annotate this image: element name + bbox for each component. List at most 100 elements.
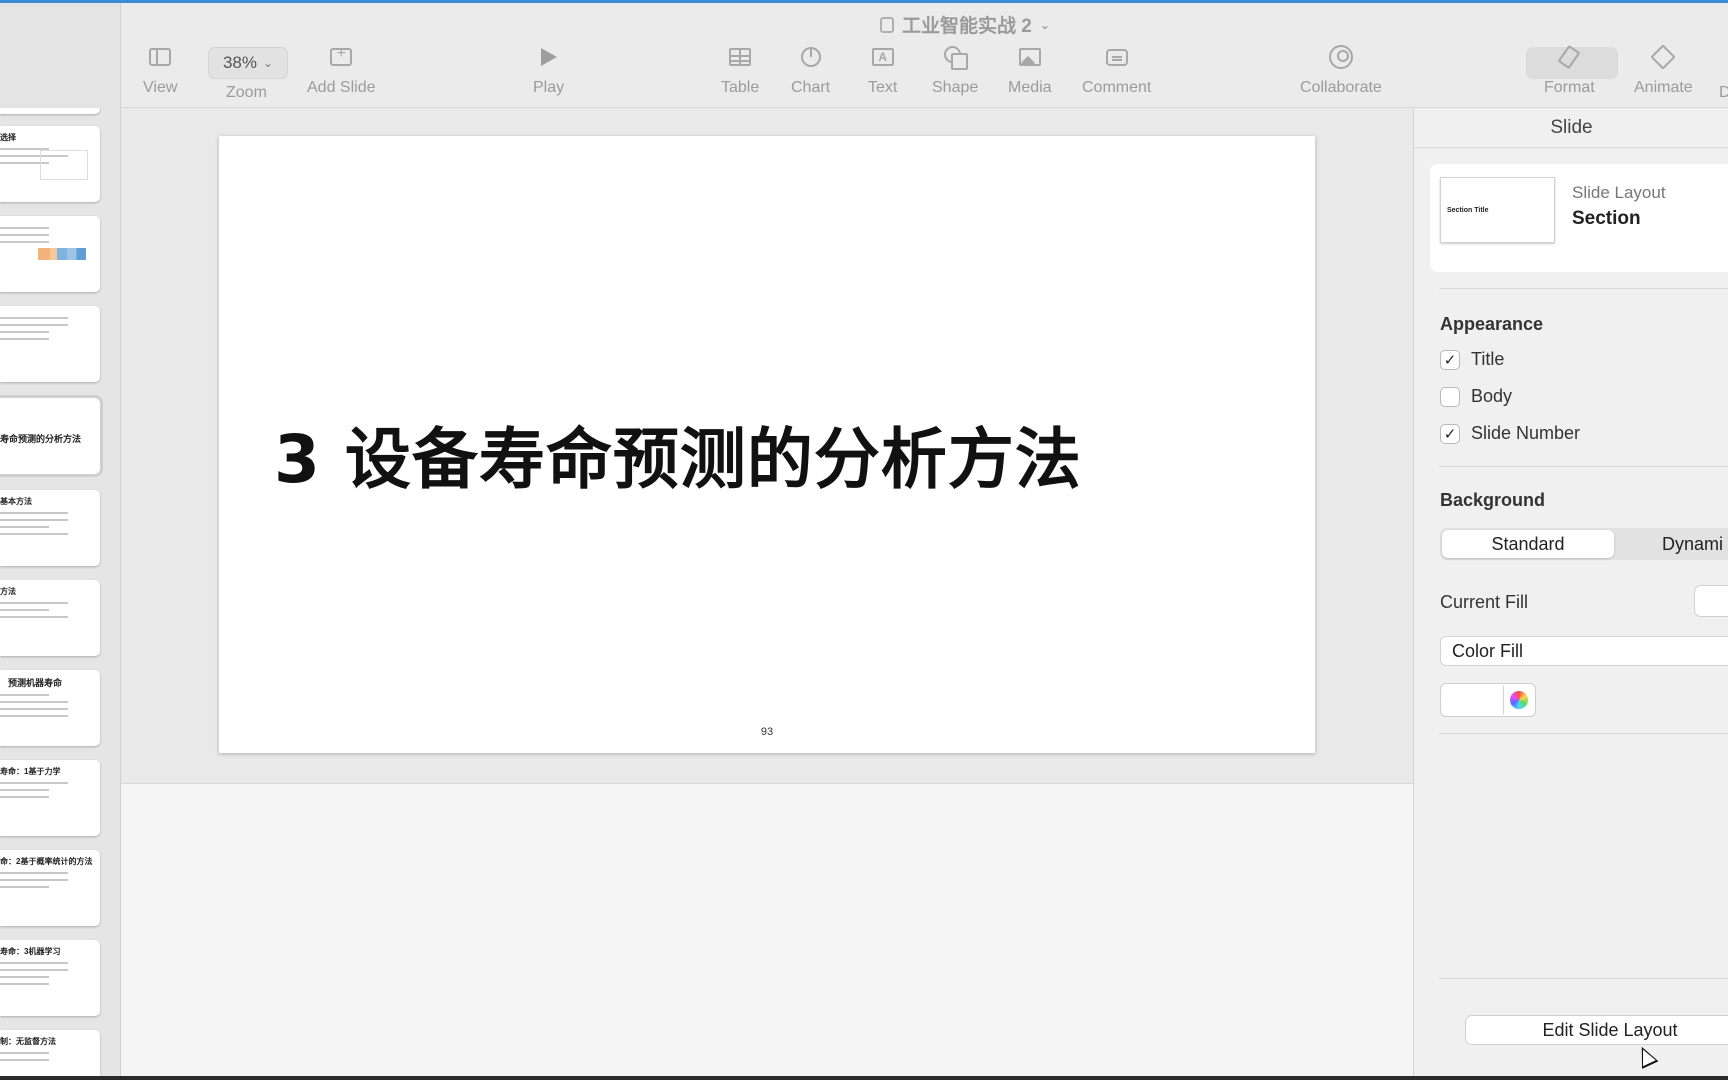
body-checkbox[interactable] xyxy=(1440,386,1460,407)
slide-thumbnail[interactable]: 命：2基于概率统计的方法 xyxy=(0,850,100,926)
slide-thumbnail-selected[interactable]: 寿命预测的分析方法 xyxy=(0,395,103,477)
media-label: Media xyxy=(1008,79,1052,96)
slide-thumbnail[interactable] xyxy=(0,216,100,292)
add-slide-icon xyxy=(330,45,353,66)
chart-button[interactable]: Chart xyxy=(791,43,830,97)
divider xyxy=(1439,466,1728,467)
title-checkbox[interactable]: ✓ xyxy=(1440,349,1460,370)
table-label: Table xyxy=(721,79,760,96)
collaborate-icon xyxy=(1328,45,1353,69)
document-title-text: 工业智能实战 2 xyxy=(902,16,1032,37)
media-button[interactable]: Media xyxy=(1008,43,1052,97)
appearance-heading: Appearance xyxy=(1440,314,1544,334)
document-button[interactable]: D xyxy=(1719,84,1728,102)
shape-button[interactable]: Shape xyxy=(932,43,978,97)
chart-label: Chart xyxy=(791,79,831,96)
slide-thumbnail[interactable] xyxy=(0,306,100,382)
text-line xyxy=(0,708,68,710)
text-line xyxy=(0,782,68,784)
slide-layout-label: Slide Layout xyxy=(1572,183,1666,202)
slide-layout-value: Section xyxy=(1572,208,1641,229)
current-fill-label: Current Fill xyxy=(1440,592,1529,612)
slide-thumbnail[interactable]: 制：无监督方法 xyxy=(0,1030,100,1080)
text-line xyxy=(0,526,49,528)
text-line xyxy=(0,519,68,521)
text-line xyxy=(0,1052,49,1054)
slide-navigator[interactable]: 选择 寿命预测的分析方法 基本方法 方法 预测机器寿命 寿命：1基于力学 命：2… xyxy=(0,108,121,1080)
slide-number-checkbox-row[interactable]: ✓ Slide Number xyxy=(1440,423,1580,444)
bottom-edge xyxy=(0,1076,1728,1080)
slide-number-checkbox[interactable]: ✓ xyxy=(1440,423,1460,444)
color-well[interactable] xyxy=(1440,683,1536,717)
text-line xyxy=(0,324,68,326)
text-line xyxy=(0,1059,49,1061)
text-line xyxy=(0,234,49,236)
slide-thumbnail[interactable] xyxy=(0,108,100,114)
current-slide[interactable]: 3 设备寿命预测的分析方法 93 xyxy=(219,136,1315,753)
slide-thumbnail[interactable]: 预测机器寿命 xyxy=(0,670,100,746)
add-slide-label: Add Slide xyxy=(307,79,376,96)
zoom-select[interactable]: 38% ⌄ xyxy=(208,47,288,79)
slide-thumbnail[interactable]: 方法 xyxy=(0,580,100,656)
collaborate-button[interactable]: Collaborate xyxy=(1300,43,1382,97)
fill-type-select[interactable]: Color Fill xyxy=(1440,636,1728,666)
text-button[interactable]: A Text xyxy=(868,43,897,97)
text-line xyxy=(0,331,49,333)
format-label: Format xyxy=(1544,79,1595,96)
slide-thumbnail-title: 选择 xyxy=(0,133,16,142)
comment-label: Comment xyxy=(1082,79,1152,96)
dynamic-tab[interactable]: Dynami xyxy=(1620,530,1728,558)
current-fill-swatch[interactable] xyxy=(1694,585,1728,617)
slide-thumbnail[interactable]: 基本方法 xyxy=(0,490,100,566)
format-button[interactable]: Format xyxy=(1544,43,1595,97)
view-label: View xyxy=(143,79,178,96)
play-label: Play xyxy=(533,79,565,96)
slide-thumbnail[interactable]: 寿命：1基于力学 xyxy=(0,760,100,836)
slide-thumbnail-title: 寿命预测的分析方法 xyxy=(0,434,82,444)
comment-icon xyxy=(1105,48,1128,66)
edit-slide-layout-button[interactable]: Edit Slide Layout xyxy=(1465,1015,1728,1045)
standard-tab[interactable]: Standard xyxy=(1442,530,1614,558)
slide-thumbnail-title: 寿命：3机器学习 xyxy=(0,947,61,956)
text-line xyxy=(0,533,68,535)
collaborate-label: Collaborate xyxy=(1300,79,1382,96)
text-line xyxy=(0,616,68,618)
divider xyxy=(1439,978,1728,979)
zoom-label: Zoom xyxy=(226,84,267,101)
slide-thumbnail[interactable]: 选择 xyxy=(0,126,100,202)
color-wheel-icon[interactable] xyxy=(1503,686,1533,714)
title-checkbox-row[interactable]: ✓ Title xyxy=(1440,349,1504,370)
title-checkbox-label: Title xyxy=(1471,349,1505,369)
animate-label: Animate xyxy=(1634,79,1693,96)
document-title[interactable]: 工业智能实战 2 ⌄ xyxy=(880,11,1050,38)
text-line xyxy=(0,879,68,881)
play-button[interactable]: Play xyxy=(533,43,564,97)
body-checkbox-row[interactable]: Body xyxy=(1440,386,1512,407)
text-line xyxy=(0,609,49,611)
slide-thumbnail-title: 预测机器寿命 xyxy=(8,678,63,688)
canvas-empty-area[interactable] xyxy=(121,783,1413,1080)
text-line xyxy=(0,602,68,604)
slide-thumbnail-title: 方法 xyxy=(0,587,16,596)
comment-button[interactable]: Comment xyxy=(1082,43,1151,97)
add-slide-button[interactable]: Add Slide xyxy=(307,43,376,97)
slide-thumbnail[interactable]: 寿命：3机器学习 xyxy=(0,940,100,1016)
table-icon xyxy=(729,48,752,66)
zoom-value: 38% xyxy=(222,53,257,72)
text-line xyxy=(0,789,49,791)
slide-layout-picker[interactable]: Section Title Slide Layout Section xyxy=(1430,164,1728,272)
layout-thumbnail: Section Title xyxy=(1440,177,1555,243)
thumbnail-diagram xyxy=(38,248,86,260)
format-inspector: Slide Section Title Slide Layout Section… xyxy=(1413,108,1728,1080)
slide-thumbnail-title: 命：2基于概率统计的方法 xyxy=(0,857,93,866)
slide-number-checkbox-label: Slide Number xyxy=(1471,423,1581,443)
sidebar-view-icon xyxy=(149,48,172,66)
table-button[interactable]: Table xyxy=(721,43,759,97)
animate-button[interactable]: Animate xyxy=(1634,43,1693,97)
slide-title[interactable]: 3 设备寿命预测的分析方法 xyxy=(274,406,1082,502)
paintbrush-icon xyxy=(1557,44,1581,70)
view-button[interactable]: View xyxy=(143,43,177,97)
animate-icon xyxy=(1650,44,1677,70)
chart-icon xyxy=(800,47,821,67)
zoom-label-wrap: Zoom xyxy=(226,84,267,102)
